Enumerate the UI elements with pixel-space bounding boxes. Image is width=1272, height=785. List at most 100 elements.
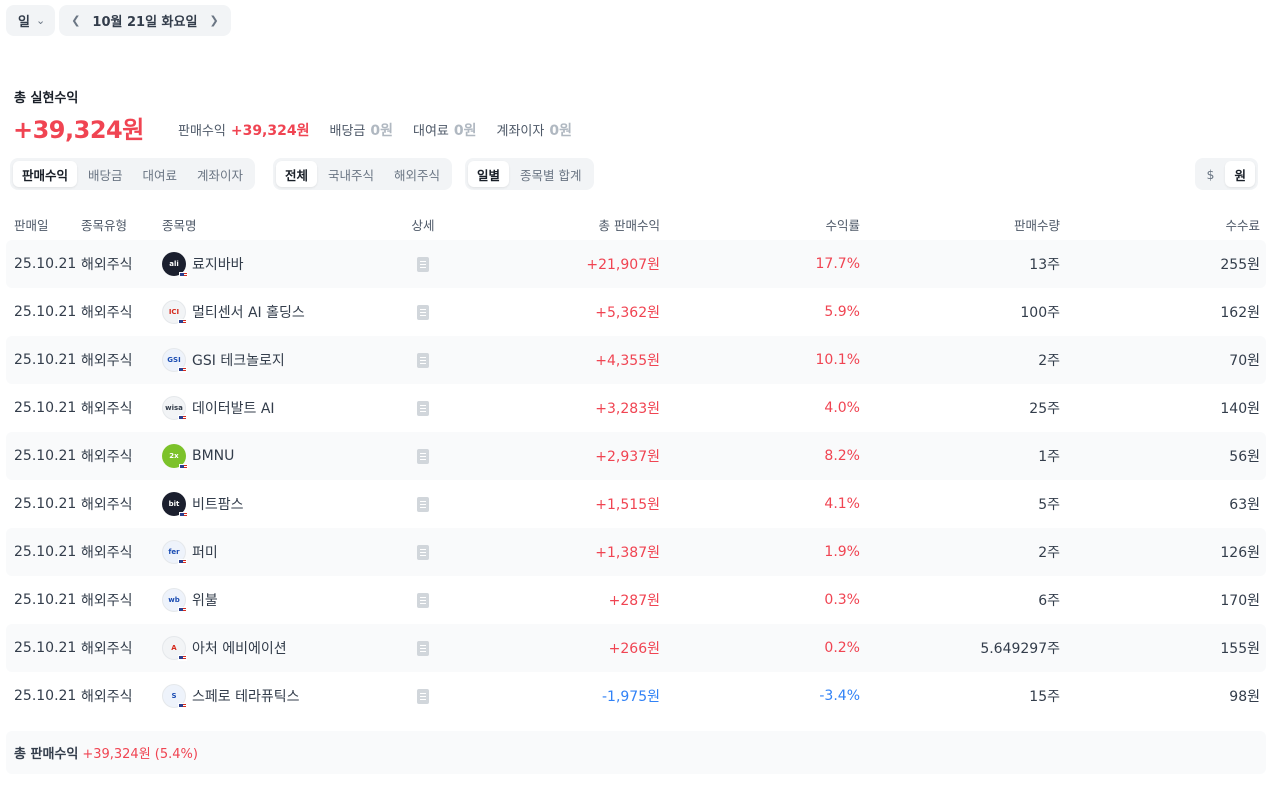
document-icon[interactable] (417, 256, 429, 272)
alibaba-logo-icon: ali (162, 252, 188, 278)
document-icon[interactable] (417, 496, 429, 512)
tab-by-stock[interactable]: 종목별 합계 (511, 161, 590, 187)
table-row[interactable]: 25.10.21 해외주식 GSI GSI 테크놀로지 +4,355원 10.1… (6, 336, 1266, 384)
stock-name[interactable]: 아처 에비에이션 (192, 638, 287, 658)
currency-krw[interactable]: 원 (1225, 161, 1255, 187)
stock-name[interactable]: 멀티센서 AI 홀딩스 (192, 302, 305, 322)
wisa-logo-icon: wisa (162, 396, 187, 421)
currency-usd[interactable]: $ (1198, 161, 1224, 187)
cell-date: 25.10.21 (14, 496, 77, 512)
period-label: 일 (18, 15, 30, 30)
cell-sales: +5,362원 (595, 305, 660, 321)
header-detail: 상세 (411, 217, 435, 233)
stock-name[interactable]: 스페로 테라퓨틱스 (192, 686, 300, 706)
cell-date: 25.10.21 (14, 448, 77, 464)
table-row[interactable]: 25.10.21 해외주식 wb 위불 +287원 0.3% 6주 170원 (6, 576, 1266, 624)
table-row[interactable]: 25.10.21 해외주식 ICI 멀티센서 AI 홀딩스 +5,362원 5.… (6, 288, 1266, 336)
market-segment: 전체 국내주식 해외주식 (273, 158, 453, 190)
header-rate: 수익률 (825, 217, 860, 233)
stock-name[interactable]: GSI 테크놀로지 (192, 350, 285, 370)
table-row[interactable]: 25.10.21 해외주식 2x BMNU +2,937원 8.2% 1주 56… (6, 432, 1266, 480)
tab-dividend[interactable]: 배당금 (79, 161, 132, 187)
table-row[interactable]: 25.10.21 해외주식 bit 비트팜스 +1,515원 4.1% 5주 6… (6, 480, 1266, 528)
breakdown-label: 배당금 (329, 124, 366, 139)
cell-date: 25.10.21 (14, 256, 77, 272)
cell-name: A 아처 에비에이션 (162, 636, 392, 661)
currency-segment: $ 원 (1194, 158, 1258, 190)
document-icon[interactable] (417, 352, 429, 368)
cell-type: 해외주식 (81, 401, 133, 417)
cell-fee: 162원 (1220, 305, 1260, 321)
cell-sales: +3,283원 (595, 401, 660, 417)
cell-detail (392, 256, 454, 272)
document-icon[interactable] (417, 448, 429, 464)
tab-overseas[interactable]: 해외주식 (385, 161, 449, 187)
tab-domestic[interactable]: 국내주식 (319, 161, 383, 187)
period-dropdown[interactable]: 일 ⌄ (6, 5, 56, 36)
tab-lending-fee[interactable]: 대여료 (134, 161, 187, 187)
cell-qty: 2주 (1038, 545, 1060, 561)
table-header: 판매일 종목유형 종목명 상세 총 판매수익 수익률 판매수량 수수료 (6, 208, 1266, 240)
document-icon[interactable] (417, 304, 429, 320)
archer-logo-icon: A (162, 636, 187, 661)
breakdown-label: 계좌이자 (496, 124, 545, 139)
cell-name: wb 위불 (162, 588, 392, 613)
bmnu-logo-icon: 2x (162, 444, 188, 470)
document-icon[interactable] (417, 400, 429, 416)
stock-name[interactable]: 데이터발트 AI (192, 398, 275, 418)
document-icon[interactable] (417, 592, 429, 608)
document-icon[interactable] (417, 544, 429, 560)
cell-type: 해외주식 (81, 545, 133, 561)
ici-logo-icon: ICI (162, 300, 187, 325)
filter-bar: 판매수익 배당금 대여료 계좌이자 전체 국내주식 해외주식 일별 종목별 합계… (10, 158, 1258, 190)
footer-value: +39,324원 (5.4%) (82, 747, 198, 762)
chevron-left-icon[interactable]: ❮ (71, 14, 80, 27)
cell-rate: 4.0% (824, 400, 860, 416)
cell-name: bit 비트팜스 (162, 492, 392, 518)
cell-type: 해외주식 (81, 689, 133, 705)
cell-qty: 13주 (1029, 257, 1060, 273)
breakdown-value: 0원 (549, 123, 572, 139)
cell-type: 해외주식 (81, 641, 133, 657)
stock-name[interactable]: 퍼미 (192, 542, 218, 562)
cell-date: 25.10.21 (14, 352, 77, 368)
webull-logo-icon: wb (162, 588, 187, 613)
cell-fee: 70원 (1229, 353, 1260, 369)
income-type-segment: 판매수익 배당금 대여료 계좌이자 (10, 158, 256, 190)
table-row[interactable]: 25.10.21 해외주식 ali 료지바바 +21,907원 17.7% 13… (6, 240, 1266, 288)
table-row[interactable]: 25.10.21 해외주식 fer 퍼미 +1,387원 1.9% 2주 126… (6, 528, 1266, 576)
spero-logo-icon: S (162, 684, 187, 709)
table-row[interactable]: 25.10.21 해외주식 S 스페로 테라퓨틱스 -1,975원 -3.4% … (6, 672, 1266, 720)
table-row[interactable]: 25.10.21 해외주식 A 아처 에비에이션 +266원 0.2% 5.64… (6, 624, 1266, 672)
tab-daily[interactable]: 일별 (468, 161, 510, 187)
stock-name[interactable]: 료지바바 (192, 254, 244, 274)
breakdown-value: 0원 (370, 123, 393, 139)
us-flag-icon (178, 703, 187, 709)
cell-fee: 255원 (1220, 257, 1260, 273)
tab-all[interactable]: 전체 (276, 161, 318, 187)
cell-rate: 8.2% (824, 448, 860, 464)
stock-name[interactable]: 위불 (192, 590, 218, 610)
stock-name[interactable]: 비트팜스 (192, 494, 244, 514)
document-icon[interactable] (417, 640, 429, 656)
cell-name: GSI GSI 테크놀로지 (162, 348, 392, 373)
us-flag-icon (178, 607, 187, 613)
cell-date: 25.10.21 (14, 688, 77, 704)
tab-account-interest[interactable]: 계좌이자 (188, 161, 252, 187)
cell-date: 25.10.21 (14, 304, 77, 320)
us-flag-icon (179, 272, 188, 278)
cell-qty: 100주 (1020, 305, 1060, 321)
chevron-right-icon[interactable]: ❯ (209, 14, 218, 27)
stock-name[interactable]: BMNU (192, 448, 234, 464)
cell-qty: 2주 (1038, 353, 1060, 369)
tab-sales-income[interactable]: 판매수익 (13, 161, 78, 187)
date-label[interactable]: 10월 21일 화요일 (92, 11, 197, 30)
cell-rate: 4.1% (824, 496, 860, 512)
table-row[interactable]: 25.10.21 해외주식 wisa 데이터발트 AI +3,283원 4.0%… (6, 384, 1266, 432)
document-icon[interactable] (417, 688, 429, 704)
header-name: 종목명 (162, 217, 197, 233)
cell-fee: 56원 (1229, 449, 1260, 465)
cell-detail (392, 352, 454, 368)
cell-detail (392, 304, 454, 320)
us-flag-icon (179, 464, 188, 470)
